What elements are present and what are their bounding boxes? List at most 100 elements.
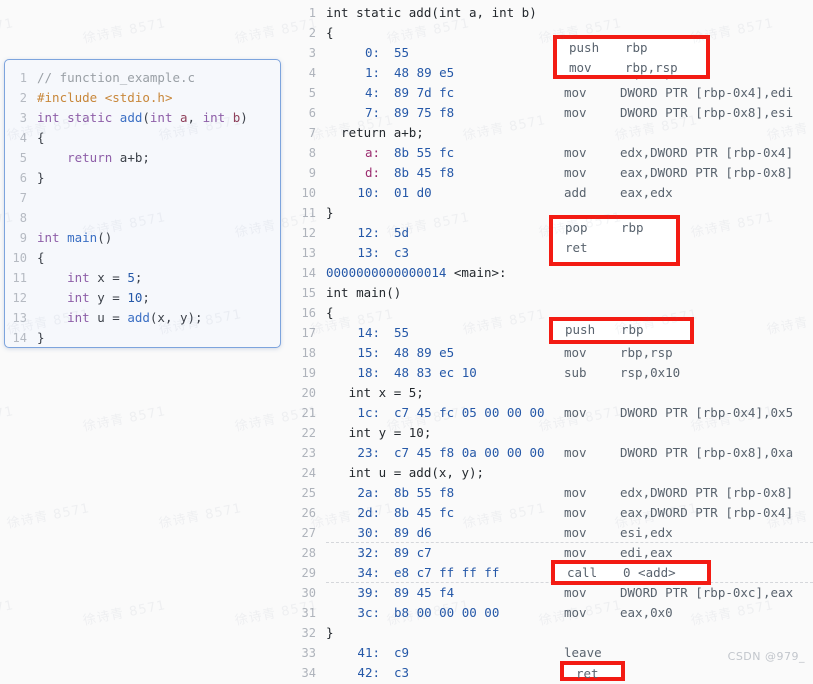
source-line: { bbox=[326, 305, 334, 320]
annotation-operands: rbp,rsp bbox=[625, 60, 678, 75]
disasm-row[interactable]: 15 int main() bbox=[290, 283, 813, 303]
disasm-row[interactable]: 23 23: c7 45 f8 0a 00 00 00 mov DWORD PTR [r… bbox=[290, 443, 813, 463]
snippet-row[interactable]: 2 #include <stdio.h> bbox=[5, 88, 280, 108]
code-token: ; bbox=[134, 270, 143, 285]
line-number: 21 bbox=[301, 406, 316, 420]
snippet-row[interactable]: 1 // function_example.c bbox=[5, 68, 280, 88]
snippet-row[interactable]: 6} bbox=[5, 168, 280, 188]
annotation-operands: rbp bbox=[625, 40, 648, 55]
watermark-text: 徐诗青 8571 bbox=[81, 598, 168, 629]
watermark-text: 徐诗青 8571 bbox=[0, 598, 16, 629]
instruction-bytes: 8b 55 fc bbox=[394, 145, 455, 160]
instruction-address: 18: bbox=[357, 365, 380, 380]
snippet-line-number: 8 bbox=[19, 211, 27, 225]
disasm-row[interactable]: 4 1: 48 89 e5 mov rbp,rsp bbox=[290, 63, 813, 83]
snippet-row[interactable]: 10 { bbox=[5, 248, 280, 268]
annotation-mnemonic: ret bbox=[565, 240, 588, 255]
disasm-row[interactable]: 8 a: 8b 55 fc mov edx,DWORD PTR [rbp-0x4] bbox=[290, 143, 813, 163]
instruction-mnemonic: mov bbox=[564, 405, 587, 420]
snippet-row[interactable]: 12 int y = 10; bbox=[5, 288, 280, 308]
source-line: } bbox=[326, 205, 334, 220]
disasm-row[interactable]: 10 10: 01 d0 add eax,edx bbox=[290, 183, 813, 203]
disasm-row[interactable]: 34 42: c3 ret bbox=[290, 663, 813, 683]
code-token: main bbox=[67, 230, 98, 245]
snippet-code: { bbox=[37, 128, 45, 148]
line-number: 33 bbox=[301, 646, 316, 660]
disasm-row[interactable]: 27 30: 89 d6 mov esi,edx bbox=[290, 523, 813, 543]
disasm-row[interactable]: 19 18: 48 83 ec 10 sub rsp,0x10 bbox=[290, 363, 813, 383]
annotation-operands: 0 <add> bbox=[623, 565, 676, 580]
code-token: a+b; bbox=[112, 150, 150, 165]
snippet-row[interactable]: 11 int x = 5; bbox=[5, 268, 280, 288]
disasm-row[interactable]: 1 int static add(int a, int b) bbox=[290, 3, 813, 23]
snippet-line-number: 3 bbox=[19, 111, 27, 125]
instruction-address: 23: bbox=[357, 445, 380, 460]
instruction-mnemonic: mov bbox=[564, 485, 587, 500]
watermark-text: 徐诗青 8571 bbox=[0, 16, 16, 47]
disasm-row[interactable]: 7 return a+b; bbox=[290, 123, 813, 143]
source-snippet-card[interactable]: 1 // function_example.c 2 #include <stdio.h… bbox=[4, 59, 281, 348]
instruction-address: 12: bbox=[357, 225, 380, 240]
snippet-row[interactable]: 13 int u = add(x, y); bbox=[5, 308, 280, 328]
annotation-mnemonic: push bbox=[565, 322, 596, 337]
code-token: a bbox=[180, 110, 188, 125]
annotation-mnemonic: push bbox=[569, 40, 600, 55]
snippet-row[interactable]: 5 return a+b; bbox=[5, 148, 280, 168]
instruction-bytes: 89 45 f4 bbox=[394, 585, 455, 600]
instruction-bytes: b8 00 00 00 00 bbox=[394, 605, 500, 620]
line-number: 7 bbox=[308, 126, 316, 140]
disasm-row[interactable]: 20 int x = 5; bbox=[290, 383, 813, 403]
watermark-text: 徐诗青 8571 bbox=[157, 501, 244, 532]
disasm-row[interactable]: 24 int u = add(x, y); bbox=[290, 463, 813, 483]
code-token: { bbox=[37, 130, 45, 145]
snippet-row[interactable]: 14} bbox=[5, 328, 280, 347]
disasm-row[interactable]: 9 d: 8b 45 f8 mov eax,DWORD PTR [rbp-0x8] bbox=[290, 163, 813, 183]
disasm-row[interactable]: 25 2a: 8b 55 f8 mov edx,DWORD PTR [rbp-0x8] bbox=[290, 483, 813, 503]
disasm-row[interactable]: 5 4: 89 7d fc mov DWORD PTR [rbp-0x4],edi bbox=[290, 83, 813, 103]
instruction-bytes: e8 c7 ff ff ff bbox=[394, 565, 500, 580]
annotation-box-prologue-add: push rbp mov rbp,rsp bbox=[553, 35, 710, 79]
annotation-operands: rbp bbox=[621, 220, 644, 235]
disasm-row[interactable]: 14 0000000000000014 <main>: bbox=[290, 263, 813, 283]
instruction-address: 1: bbox=[364, 65, 380, 80]
snippet-row[interactable]: 9 int main() bbox=[5, 228, 280, 248]
instruction-mnemonic: mov bbox=[564, 105, 587, 120]
snippet-row[interactable]: 7 bbox=[5, 188, 280, 208]
line-number: 6 bbox=[308, 106, 316, 120]
instruction-mnemonic: leave bbox=[564, 645, 602, 660]
instruction-bytes: c3 bbox=[394, 665, 410, 680]
disasm-row[interactable]: 26 2d: 8b 45 fc mov eax,DWORD PTR [rbp-0x4] bbox=[290, 503, 813, 523]
instruction-address: 3c: bbox=[357, 605, 380, 620]
code-token: int bbox=[149, 110, 173, 125]
instruction-address: 14: bbox=[357, 325, 380, 340]
disasm-row[interactable]: 2{ bbox=[290, 23, 813, 43]
disasm-row[interactable]: 18 15: 48 89 e5 mov rbp,rsp bbox=[290, 343, 813, 363]
snippet-row[interactable]: 3 int static add(int a, int b) bbox=[5, 108, 280, 128]
code-token: int bbox=[67, 310, 90, 325]
instruction-address: 42: bbox=[357, 665, 380, 680]
line-number: 12 bbox=[301, 226, 316, 240]
snippet-line-number: 5 bbox=[19, 151, 27, 165]
snippet-row[interactable]: 4{ bbox=[5, 128, 280, 148]
code-token: } bbox=[37, 330, 45, 345]
disasm-row[interactable]: 32} bbox=[290, 623, 813, 643]
line-number: 27 bbox=[301, 526, 316, 540]
disasm-row[interactable]: 6 7: 89 75 f8 mov DWORD PTR [rbp-0x8],esi bbox=[290, 103, 813, 123]
disasm-row[interactable]: 31 3c: b8 00 00 00 00 mov eax,0x0 bbox=[290, 603, 813, 623]
code-token: ; bbox=[142, 290, 150, 305]
instruction-bytes: 55 bbox=[394, 45, 410, 60]
watermark-text: 徐诗青 8571 bbox=[5, 501, 92, 532]
code-token: () bbox=[97, 230, 113, 245]
line-number: 8 bbox=[308, 146, 316, 160]
line-number: 34 bbox=[301, 666, 316, 680]
snippet-row[interactable]: 8 bbox=[5, 208, 280, 228]
disasm-row[interactable]: 30 39: 89 45 f4 mov DWORD PTR [rbp-0xc],eax bbox=[290, 583, 813, 603]
instruction-bytes: 89 75 f8 bbox=[394, 105, 455, 120]
disasm-row[interactable]: 3 0: 55 push rbp bbox=[290, 43, 813, 63]
disasm-row[interactable]: 22 int y = 10; bbox=[290, 423, 813, 443]
code-token: , bbox=[187, 110, 203, 125]
disasm-row[interactable]: 21 1c: c7 45 fc 05 00 00 00 mov DWORD PTR [r… bbox=[290, 403, 813, 423]
snippet-line-number: 12 bbox=[12, 291, 27, 305]
